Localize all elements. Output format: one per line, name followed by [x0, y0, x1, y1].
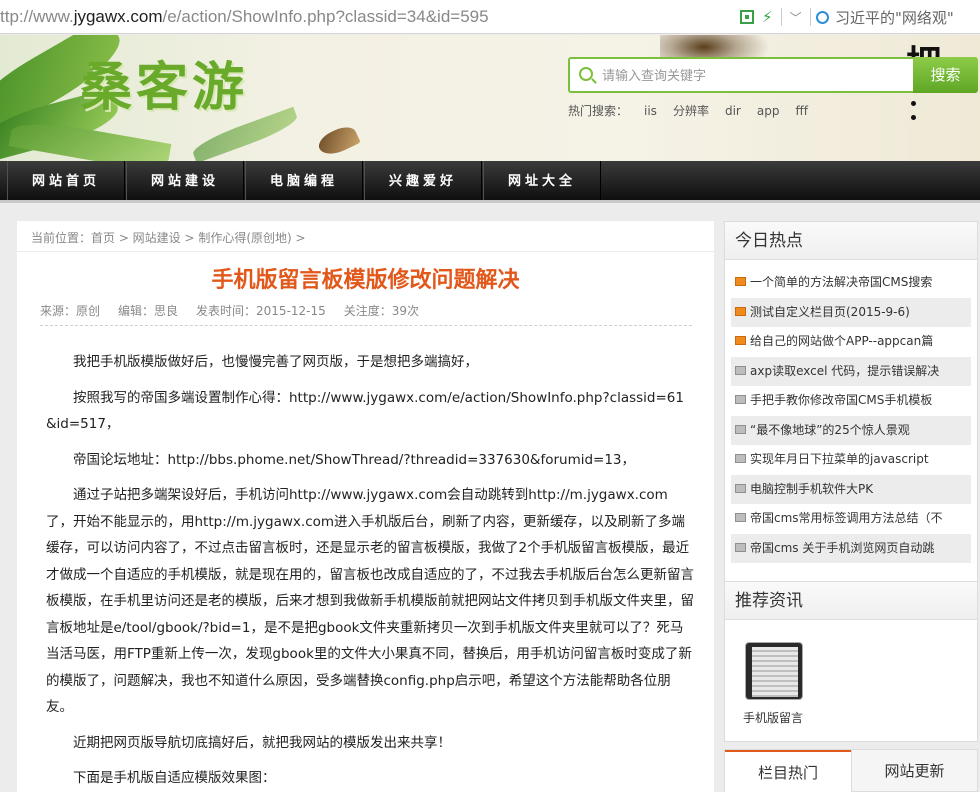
address-tools: ⚡ ﹀: [740, 7, 811, 27]
article-body: 我把手机版模版做好后，也慢慢完善了网页版，于是想把多端搞好， 按照我写的帝国多端…: [46, 349, 694, 792]
recommended-caption[interactable]: 手机版留言: [743, 709, 803, 726]
rank-icon: [735, 542, 746, 552]
nav-item-web-building[interactable]: 网站建设: [126, 161, 244, 200]
url-text[interactable]: ttp://www.jygawx.com/e/action/ShowInfo.p…: [0, 7, 489, 27]
rank-icon: [735, 365, 746, 375]
list-item[interactable]: “最不像地球”的25个惊人景观: [731, 415, 971, 445]
list-item[interactable]: 测试自定义栏目页(2015-9-6): [731, 297, 971, 327]
list-item-label: 给自己的网站做个APP--appcan篇: [750, 334, 934, 348]
browser-search-hint: 习近平的"网络观": [835, 9, 954, 27]
list-item-label: 测试自定义栏目页(2015-9-6): [750, 304, 910, 319]
url-host: jygawx.com: [73, 7, 163, 26]
list-item[interactable]: axp读取excel 代码，提示错误解决: [731, 356, 971, 386]
hot-today-panel: 今日热点 一个简单的方法解决帝国CMS搜索 测试自定义栏目页(2015-9-6)…: [724, 221, 978, 586]
article-date: 发表时间：2015-12-15: [196, 304, 326, 318]
site-logo[interactable]: 桑客游: [80, 45, 248, 120]
rank-icon: [735, 395, 746, 404]
list-item-label: axp读取excel 代码，提示错误解决: [750, 363, 940, 378]
rank-icon: [735, 306, 746, 316]
article-paragraph: 我把手机版模版做好后，也慢慢完善了网页版，于是想把多端搞好，: [73, 354, 478, 370]
list-item-label: 帝国cms 关于手机浏览网页自动跳: [750, 540, 935, 555]
divider: [780, 8, 782, 26]
list-item[interactable]: 帝国cms 关于手机浏览网页自动跳: [731, 533, 971, 563]
search-icon: [579, 67, 593, 81]
article-source: 来源：原创: [40, 304, 101, 318]
tab-column-hot[interactable]: 栏目热门: [725, 750, 851, 792]
list-item[interactable]: 实现年月日下拉菜单的javascript: [731, 445, 971, 475]
address-bar[interactable]: ttp://www.jygawx.com/e/action/ShowInfo.p…: [0, 0, 980, 34]
divider: [809, 8, 811, 26]
rank-icon: [735, 483, 746, 493]
bird-decoration: [315, 122, 361, 160]
hot-search-term[interactable]: fff: [795, 104, 808, 118]
rank-icon: [735, 424, 746, 434]
hot-search-term[interactable]: dir: [725, 104, 741, 118]
list-item[interactable]: 电脑控制手机软件大PK: [731, 474, 971, 504]
article-title: 手机版留言板模版修改问题解决: [211, 268, 520, 293]
list-item[interactable]: 帝国cms常用标签调用方法总结（不: [731, 504, 971, 534]
browser-search[interactable]: 习近平的"网络观": [816, 7, 954, 28]
list-item-label: 电脑控制手机软件大PK: [750, 481, 874, 496]
lightning-icon[interactable]: ⚡: [762, 8, 773, 26]
list-item-label: 帝国cms常用标签调用方法总结（不: [750, 511, 943, 525]
site-header: 桑客游 把 搜索 热门搜索：iis分辨率dirappfff: [0, 35, 980, 161]
article-paragraph: 近期把网页版导航切底搞好后，就把我网站的模版发出来共享！: [73, 734, 451, 751]
hot-searches-label: 热门搜索：: [568, 104, 629, 118]
article-paragraph: 通过子站把多端架设好后，手机访问http://www.jygawx.com会自动…: [46, 487, 694, 715]
nav-item-hobbies[interactable]: 兴趣爱好: [364, 161, 482, 200]
url-prefix: ttp://www.: [0, 7, 74, 26]
recommended-title: 推荐资讯: [725, 582, 977, 620]
main-nav: 网站首页 网站建设 电脑编程 兴趣爱好 网址大全: [0, 161, 980, 203]
article-views: 关注度：39次: [343, 304, 420, 318]
rank-icon: [735, 277, 746, 286]
breadcrumb[interactable]: 当前位置：首页 > 网站建设 > 制作心得(原创地) >: [31, 229, 306, 246]
nav-item-programming[interactable]: 电脑编程: [245, 161, 363, 200]
divider: [40, 325, 692, 326]
site-search: 搜索: [568, 57, 978, 93]
qr-code-icon[interactable]: [740, 10, 754, 24]
sidebar-tabs: 栏目热门 网站更新: [724, 749, 978, 792]
article-paragraph: 帝国论坛地址：http://bbs.phome.net/ShowThread/?…: [73, 451, 636, 468]
list-item[interactable]: 一个简单的方法解决帝国CMS搜索: [731, 268, 971, 298]
list-item-label: “最不像地球”的25个惊人景观: [750, 422, 910, 437]
hot-search-term[interactable]: iis: [644, 104, 657, 118]
hot-today-list: 一个简单的方法解决帝国CMS搜索 测试自定义栏目页(2015-9-6) 给自己的…: [725, 260, 977, 563]
divider: [17, 251, 714, 252]
hot-search-term[interactable]: 分辨率: [673, 104, 709, 118]
hot-today-title: 今日热点: [725, 222, 977, 260]
nav-item-home[interactable]: 网站首页: [7, 161, 125, 200]
search-icon: [816, 11, 829, 24]
list-item-label: 手把手教你修改帝国CMS手机模板: [750, 393, 933, 407]
list-item[interactable]: 给自己的网站做个APP--appcan篇: [731, 327, 971, 357]
recommended-panel: 推荐资讯 手机版留言: [724, 581, 978, 742]
hot-searches: 热门搜索： iis 分辨率 dir app fff: [568, 102, 824, 119]
recommended-thumbnail[interactable]: [745, 642, 803, 700]
article-paragraph: 下面是手机版自适应模版效果图：: [73, 770, 276, 786]
article-meta: 来源：原创 编辑：思良 发表时间：2015-12-15 关注度：39次: [40, 302, 437, 319]
search-button[interactable]: 搜索: [913, 57, 978, 93]
search-field[interactable]: [568, 57, 913, 93]
search-input[interactable]: [602, 65, 902, 87]
list-item-label: 实现年月日下拉菜单的javascript: [750, 452, 929, 466]
list-item-label: 一个简单的方法解决帝国CMS搜索: [750, 275, 933, 289]
article-panel: 当前位置：首页 > 网站建设 > 制作心得(原创地) > 手机版留言板模版修改问…: [17, 221, 714, 792]
article-editor: 编辑：思良: [118, 304, 179, 318]
chevron-down-icon[interactable]: ﹀: [790, 9, 802, 26]
article-paragraph: 按照我写的帝国多端设置制作心得：http://www.jygawx.com/e/…: [46, 389, 684, 433]
rank-icon: [735, 454, 746, 463]
hot-search-term[interactable]: app: [757, 104, 780, 118]
rank-icon: [735, 336, 746, 345]
rank-icon: [735, 513, 746, 522]
list-item[interactable]: 手把手教你修改帝国CMS手机模板: [731, 386, 971, 416]
nav-item-directory[interactable]: 网址大全: [483, 161, 601, 200]
tab-site-updates[interactable]: 网站更新: [851, 750, 977, 792]
url-path: /e/action/ShowInfo.php?classid=34&id=595: [162, 7, 489, 26]
